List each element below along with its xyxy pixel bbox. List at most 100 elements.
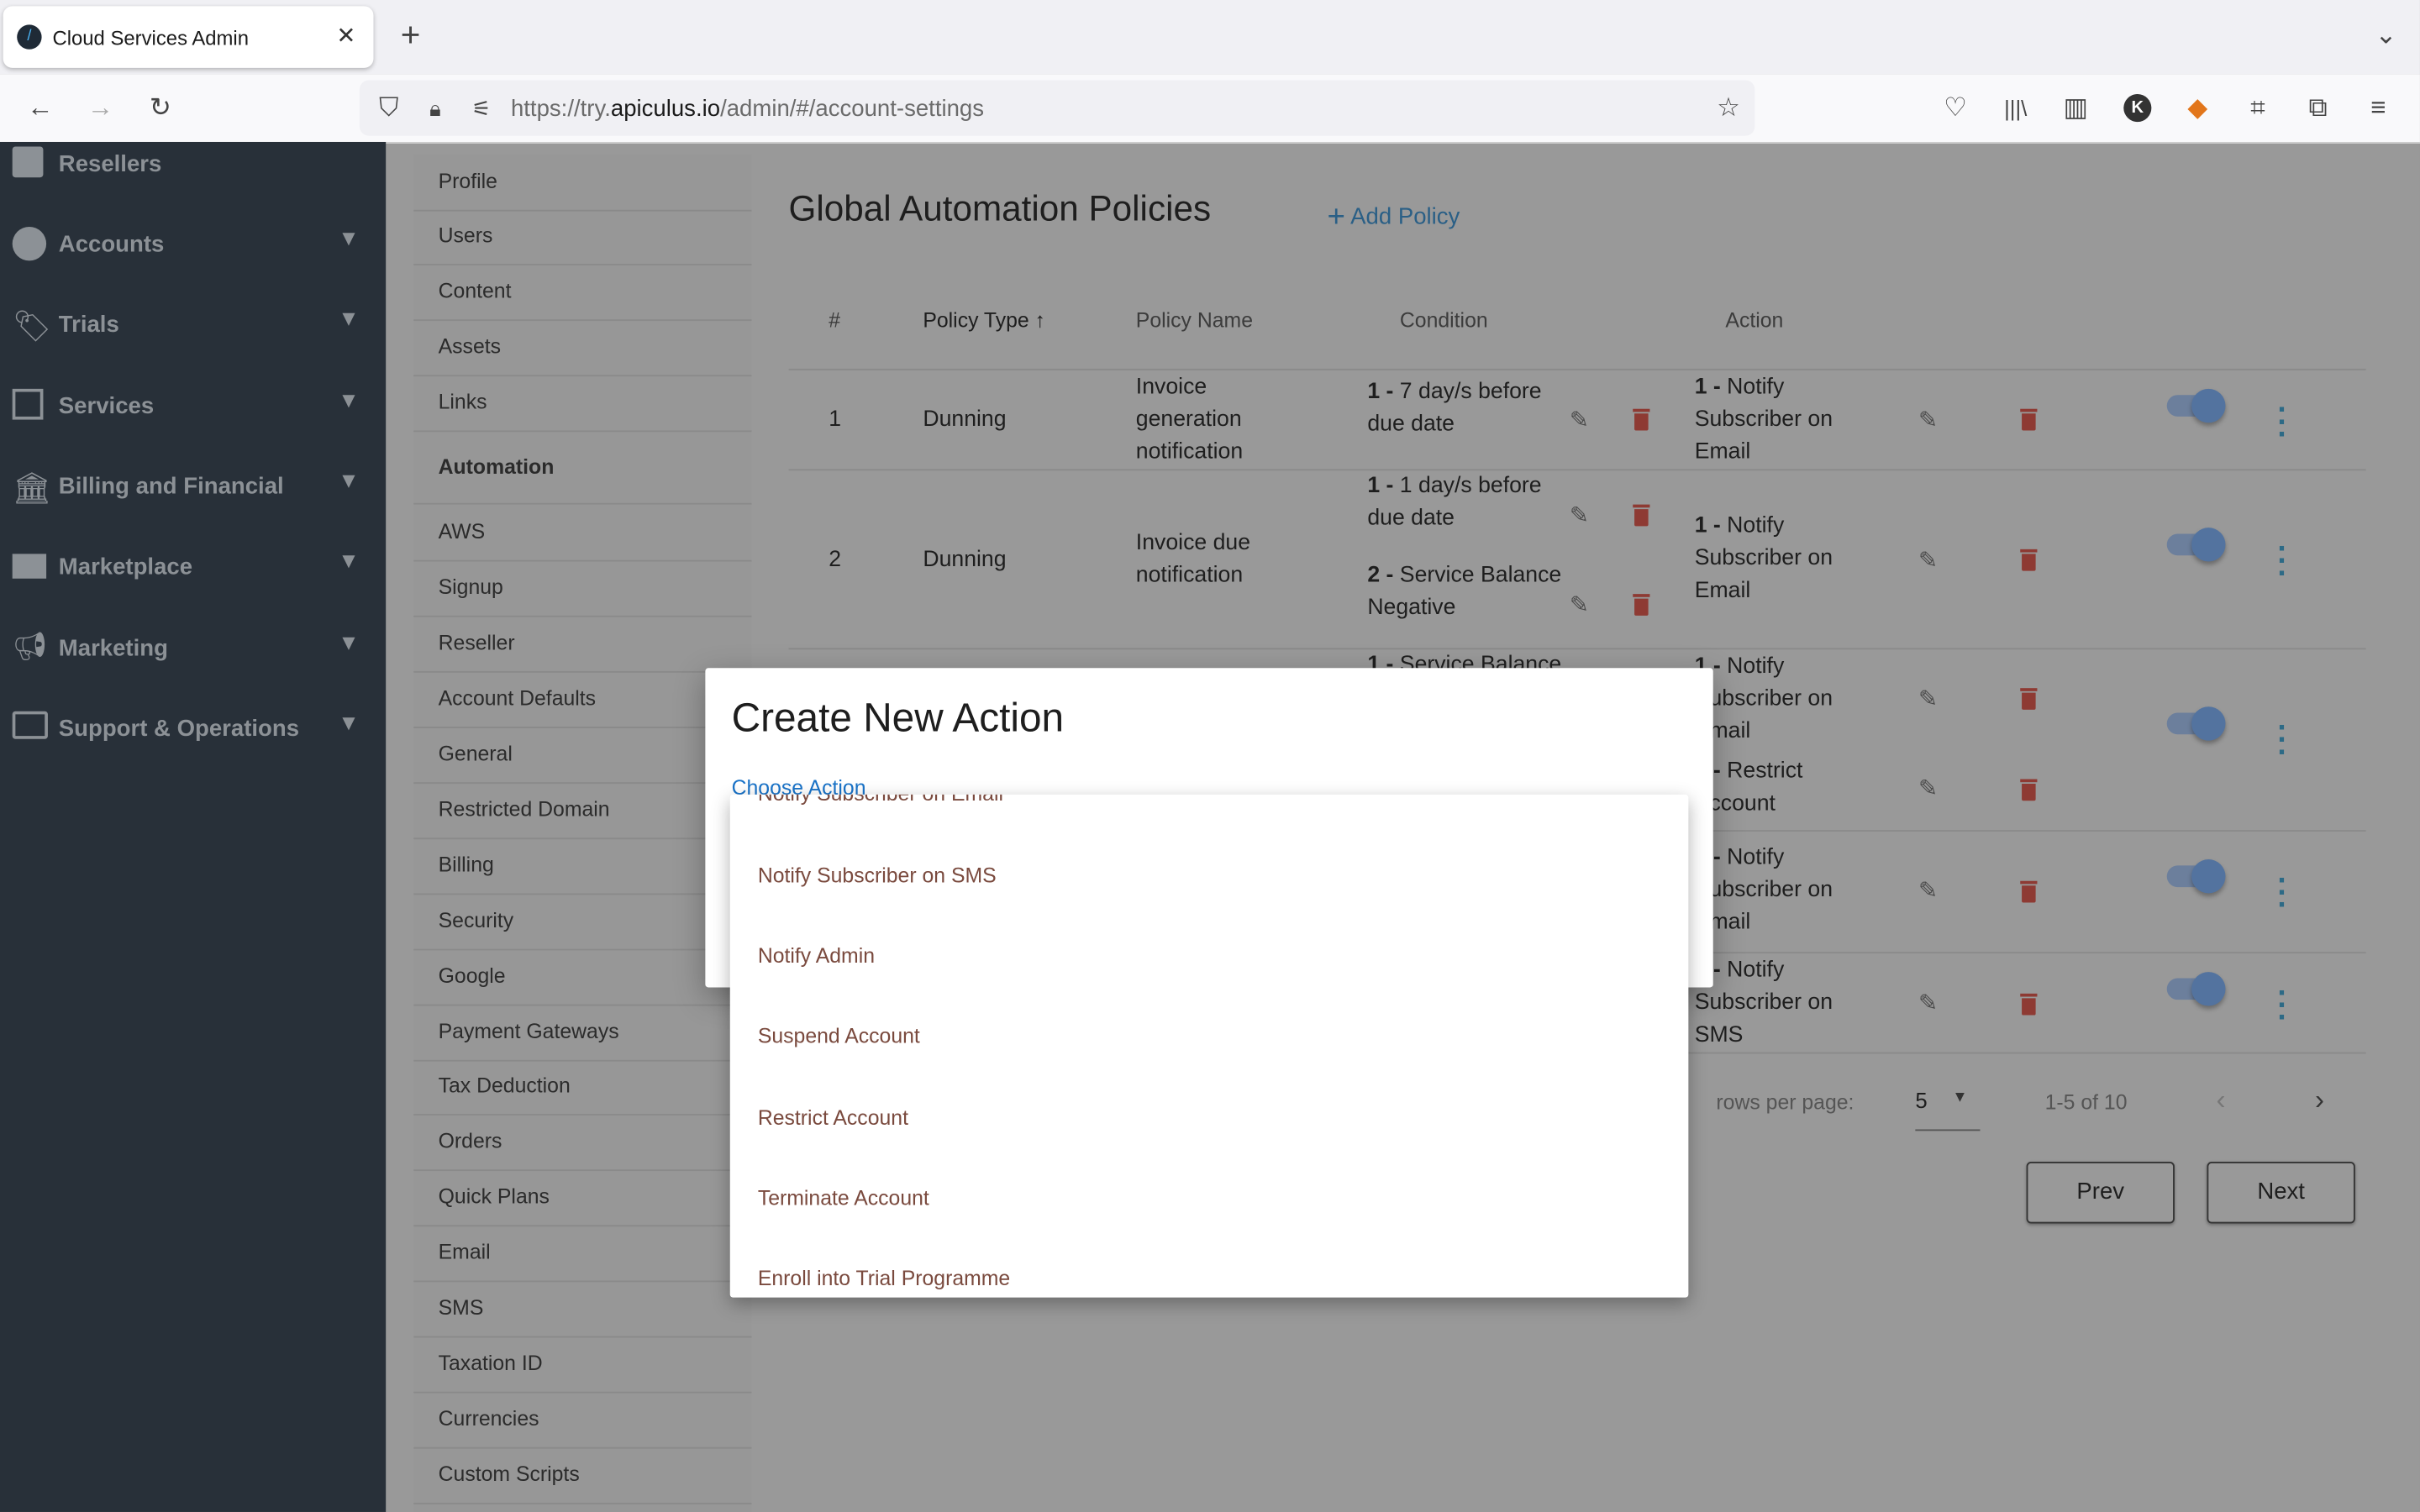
option-notify-subscriber-sms[interactable]: Notify Subscriber on SMS: [758, 864, 997, 888]
back-icon[interactable]: ←: [24, 92, 57, 123]
sidebar-item-marketplace[interactable]: Marketplace ▼: [0, 544, 386, 591]
submenu-item-users[interactable]: Users: [413, 208, 752, 265]
submenu-item-security[interactable]: Security: [413, 893, 752, 951]
column-header-policy-type[interactable]: Policy Type ↑: [923, 308, 1045, 332]
previous-page-icon[interactable]: ‹: [2217, 1084, 2226, 1117]
chevron-down-icon[interactable]: ▼: [338, 468, 359, 492]
edit-condition-icon[interactable]: ✎: [1570, 591, 1589, 618]
sidebar-item-resellers[interactable]: Resellers: [0, 142, 386, 188]
extension-k-icon[interactable]: K: [2123, 94, 2152, 123]
chevron-down-icon[interactable]: ▼: [338, 225, 359, 249]
option-terminate-account[interactable]: Terminate Account: [758, 1186, 929, 1210]
more-options-icon[interactable]: · · ·: [2275, 395, 2290, 450]
library-icon[interactable]: |||\: [1999, 92, 2033, 123]
pocket-icon[interactable]: ♡: [1939, 92, 1972, 123]
submenu-item-custom-scripts[interactable]: Custom Scripts: [413, 1447, 752, 1504]
sidebar-item-marketing[interactable]: 📢︎ Marketing ▼: [0, 627, 386, 673]
url-text[interactable]: https://try.apiculus.io/admin/#/account-…: [511, 96, 984, 122]
prev-button[interactable]: Prev: [2026, 1162, 2175, 1224]
edit-action-icon[interactable]: ✎: [1918, 406, 1938, 433]
submenu-item-content[interactable]: Content: [413, 264, 752, 322]
policy-enabled-toggle[interactable]: [2166, 859, 2226, 894]
chevron-down-icon[interactable]: ▼: [338, 548, 359, 572]
submenu-item-automation[interactable]: Automation: [413, 430, 752, 505]
browser-tab[interactable]: / Cloud Services Admin ✕: [3, 6, 374, 68]
chevron-down-icon[interactable]: ▼: [338, 629, 359, 654]
submenu-item-taxation-id[interactable]: Taxation ID: [413, 1336, 752, 1394]
delete-action-icon[interactable]: [2020, 408, 2038, 431]
tab-list-chevron-icon[interactable]: ⌄: [2369, 20, 2402, 51]
url-bar[interactable]: ⛉ 🔒︎ ⚟ https://try.apiculus.io/admin/#/a…: [359, 80, 1755, 136]
delete-action-icon[interactable]: [2020, 688, 2038, 710]
chevron-down-icon[interactable]: ▼: [338, 306, 359, 330]
permissions-icon[interactable]: ⚟: [465, 92, 498, 123]
edit-action-icon[interactable]: ✎: [1918, 876, 1938, 904]
close-tab-icon[interactable]: ✕: [336, 22, 355, 50]
delete-action-icon[interactable]: [2020, 880, 2038, 903]
submenu-item-reseller[interactable]: Reseller: [413, 616, 752, 673]
policy-enabled-toggle[interactable]: [2166, 528, 2226, 562]
edit-action-icon[interactable]: ✎: [1918, 989, 1938, 1016]
more-options-icon[interactable]: · · ·: [2275, 978, 2290, 1033]
submenu-item-quick-plans[interactable]: Quick Plans: [413, 1169, 752, 1227]
submenu-item-restricted-domain[interactable]: Restricted Domain: [413, 782, 752, 840]
submenu-item-general[interactable]: General: [413, 727, 752, 785]
submenu-item-account-defaults[interactable]: Account Defaults: [413, 671, 752, 728]
submenu-item-assets[interactable]: Assets: [413, 319, 752, 377]
next-button[interactable]: Next: [2207, 1162, 2355, 1224]
sidebar-item-services[interactable]: Services ▼: [0, 384, 386, 430]
chevron-down-icon[interactable]: ▼: [338, 387, 359, 412]
crop-icon[interactable]: ⌗: [2241, 92, 2275, 123]
submenu-item-aws[interactable]: AWS: [413, 505, 752, 562]
shield-icon[interactable]: ⛉: [372, 92, 406, 123]
option-restrict-account[interactable]: Restrict Account: [758, 1106, 908, 1130]
delete-action-icon[interactable]: [2020, 549, 2038, 571]
sidebar-item-support[interactable]: Support & Operations ▼: [0, 706, 386, 753]
more-options-icon[interactable]: · · ·: [2275, 533, 2290, 589]
extensions-puzzle-icon[interactable]: ⧉: [2302, 92, 2335, 123]
option-suspend-account[interactable]: Suspend Account: [758, 1025, 920, 1048]
submenu-item-orders[interactable]: Orders: [413, 1114, 752, 1172]
submenu-item-payment-gateways[interactable]: Payment Gateways: [413, 1005, 752, 1062]
sidebar-item-billing[interactable]: 🏛︎ Billing and Financial ▼: [0, 465, 386, 511]
submenu-item-billing[interactable]: Billing: [413, 837, 752, 895]
submenu-item-links[interactable]: Links: [413, 375, 752, 433]
submenu-item-email[interactable]: Email: [413, 1225, 752, 1283]
option-enroll-trial[interactable]: Enroll into Trial Programme: [758, 1267, 1010, 1290]
lock-icon[interactable]: 🔒︎: [418, 92, 452, 123]
metamask-fox-icon[interactable]: ◆: [2181, 92, 2214, 123]
delete-action-icon[interactable]: [2020, 779, 2038, 801]
rows-per-page-select[interactable]: 5 ▼: [1915, 1088, 1981, 1131]
sidebar-item-accounts[interactable]: Accounts ▼: [0, 222, 386, 268]
policy-enabled-toggle[interactable]: [2166, 388, 2226, 423]
option-notify-admin[interactable]: Notify Admin: [758, 944, 875, 968]
sidebar-item-trials[interactable]: 🏷︎ Trials ▼: [0, 302, 386, 349]
delete-action-icon[interactable]: [2020, 993, 2038, 1016]
submenu-item-google[interactable]: Google: [413, 949, 752, 1006]
forward-icon[interactable]: →: [83, 92, 117, 123]
new-tab-icon[interactable]: +: [393, 18, 427, 51]
edit-action-icon[interactable]: ✎: [1918, 546, 1938, 574]
menu-hamburger-icon[interactable]: ≡: [2361, 92, 2395, 123]
policy-enabled-toggle[interactable]: [2166, 972, 2226, 1006]
sidebar-toggle-icon[interactable]: ▥: [2059, 92, 2092, 123]
chevron-down-icon[interactable]: ▼: [338, 710, 359, 734]
edit-action-icon[interactable]: ✎: [1918, 685, 1938, 712]
more-options-icon[interactable]: · · ·: [2275, 713, 2290, 769]
edit-condition-icon[interactable]: ✎: [1570, 406, 1589, 433]
submenu-item-signup[interactable]: Signup: [413, 560, 752, 617]
next-page-icon[interactable]: ›: [2315, 1084, 2324, 1117]
submenu-item-sms[interactable]: SMS: [413, 1280, 752, 1338]
submenu-item-profile[interactable]: Profile: [413, 155, 752, 212]
add-policy-button[interactable]: + Add Policy: [1328, 201, 1460, 236]
submenu-item-currencies[interactable]: Currencies: [413, 1392, 752, 1449]
edit-action-icon[interactable]: ✎: [1918, 774, 1938, 802]
option-notify-subscriber-email[interactable]: Notify Subscriber on Email: [758, 795, 1003, 806]
delete-condition-icon[interactable]: [1633, 504, 1650, 527]
reload-icon[interactable]: ↻: [144, 92, 177, 123]
edit-condition-icon[interactable]: ✎: [1570, 501, 1589, 529]
delete-condition-icon[interactable]: [1633, 408, 1650, 431]
more-options-icon[interactable]: · · ·: [2275, 865, 2290, 921]
delete-condition-icon[interactable]: [1633, 594, 1650, 616]
submenu-item-tax-deduction[interactable]: Tax Deduction: [413, 1058, 752, 1116]
